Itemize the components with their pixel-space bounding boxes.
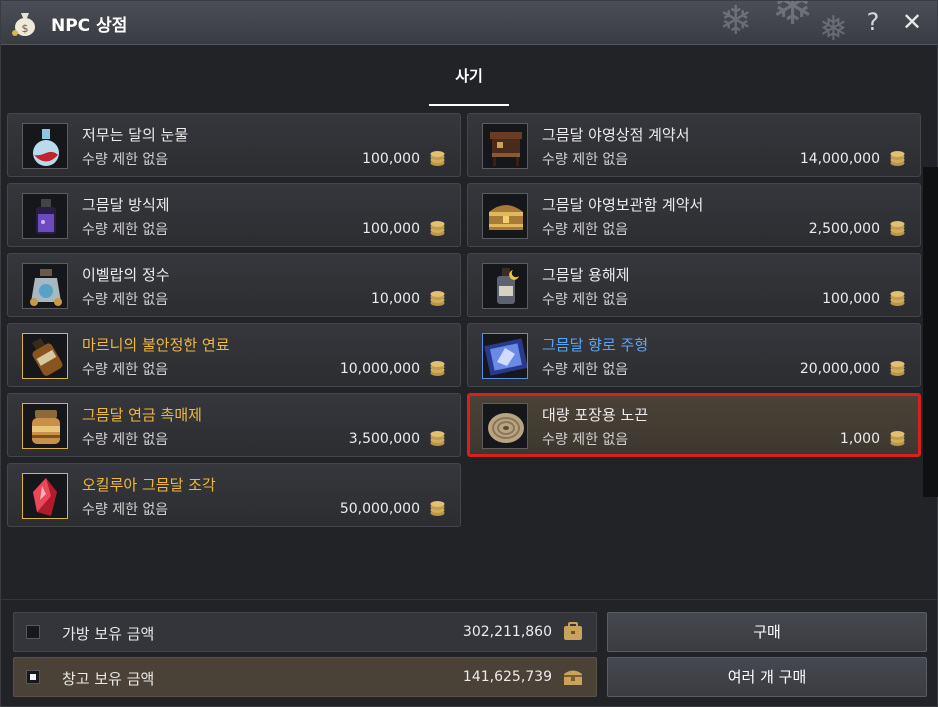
svg-text:$: $ — [22, 22, 29, 35]
storage-balance-row: 창고 보유 금액 141,625,739 — [13, 657, 597, 697]
item-purchase-limit: 수량 제한 없음 — [82, 432, 169, 448]
silver-coin-icon — [429, 360, 446, 377]
silver-coin-icon — [429, 290, 446, 307]
silver-coin-icon — [889, 220, 906, 237]
silver-coin-icon — [429, 500, 446, 517]
window-title: NPC 상점 — [51, 16, 128, 36]
item-price: 3,500,000 — [348, 431, 420, 447]
item-name: 대량 포장용 노끈 — [542, 406, 649, 424]
market-stall-icon — [482, 123, 528, 169]
item-price: 1,000 — [839, 431, 880, 447]
bag-balance-row: 가방 보유 금액 302,211,860 — [13, 612, 597, 652]
tab-bar: 사기 — [1, 46, 937, 108]
snowflake-decoration: ❅ — [819, 9, 848, 45]
item-name: 그믐달 방식제 — [82, 196, 170, 214]
footer-divider — [1, 599, 937, 600]
title-bar[interactable]: $ NPC 상점 ❄ ❄ ❅ ? ✕ — [1, 1, 937, 45]
bag-icon — [564, 622, 582, 640]
tab-buy[interactable]: 사기 — [429, 46, 509, 106]
censer-mold-icon — [482, 333, 528, 379]
shop-item[interactable]: 그믐달 용해제수량 제한 없음 100,000 — [467, 253, 921, 317]
shop-item[interactable]: 그믐달 향로 주형수량 제한 없음 20,000,000 — [467, 323, 921, 387]
item-purchase-limit: 수량 제한 없음 — [542, 152, 629, 168]
solvent-bottle-icon — [482, 263, 528, 309]
scrollbar-track[interactable] — [923, 167, 938, 497]
item-name: 이벨랍의 정수 — [82, 266, 170, 284]
shop-item[interactable]: 저무는 달의 눈물수량 제한 없음 100,000 — [7, 113, 461, 177]
item-price: 100,000 — [362, 151, 420, 167]
silver-coin-icon — [889, 290, 906, 307]
shop-item[interactable]: 대량 포장용 노끈수량 제한 없음 1,000 — [467, 393, 921, 457]
item-purchase-limit: 수량 제한 없음 — [542, 362, 629, 378]
catalyst-jar-icon — [22, 403, 68, 449]
item-purchase-limit: 수량 제한 없음 — [82, 152, 169, 168]
rope-coil-icon — [482, 403, 528, 449]
money-bag-icon: $ — [12, 13, 35, 36]
storage-balance-amount: 141,625,739 — [462, 669, 552, 685]
silver-coin-icon — [889, 150, 906, 167]
bag-balance-amount: 302,211,860 — [462, 624, 552, 640]
item-purchase-limit: 수량 제한 없음 — [542, 432, 629, 448]
item-name: 그믐달 연금 촉매제 — [82, 406, 202, 424]
red-crystal-icon — [22, 473, 68, 519]
item-purchase-limit: 수량 제한 없음 — [82, 292, 169, 308]
item-name: 그믐달 야영상점 계약서 — [542, 126, 690, 144]
shop-item[interactable]: 그믐달 야영상점 계약서수량 제한 없음 14,000,000 — [467, 113, 921, 177]
fuel-bottle-icon — [22, 333, 68, 379]
buy-button[interactable]: 구매 — [607, 612, 927, 652]
shop-item[interactable]: 마르니의 불안정한 연료수량 제한 없음 10,000,000 — [7, 323, 461, 387]
item-purchase-limit: 수량 제한 없음 — [542, 292, 629, 308]
snowflake-decoration: ❄ — [719, 1, 753, 44]
item-price: 2,500,000 — [808, 221, 880, 237]
item-purchase-limit: 수량 제한 없음 — [82, 222, 169, 238]
item-price: 14,000,000 — [799, 151, 880, 167]
item-purchase-limit: 수량 제한 없음 — [82, 502, 169, 518]
item-price: 100,000 — [822, 291, 880, 307]
item-name: 그믐달 향로 주형 — [542, 336, 649, 354]
storage-chest-icon — [482, 193, 528, 239]
item-name: 저무는 달의 눈물 — [82, 126, 189, 144]
help-button[interactable]: ? — [859, 7, 887, 37]
silver-coin-icon — [429, 220, 446, 237]
potion-flask-icon — [22, 123, 68, 169]
item-price: 50,000,000 — [339, 501, 420, 517]
snowflake-decoration: ❄ — [771, 1, 815, 37]
silver-coin-icon — [889, 430, 906, 447]
item-price: 10,000,000 — [339, 361, 420, 377]
storage-balance-checkbox[interactable] — [26, 670, 40, 684]
shop-item[interactable]: 이벨랍의 정수수량 제한 없음 10,000 — [7, 253, 461, 317]
item-name: 오킬루아 그믐달 조각 — [82, 476, 216, 494]
item-name: 그믐달 용해제 — [542, 266, 630, 284]
silver-coin-icon — [429, 430, 446, 447]
item-name: 그믐달 야영보관함 계약서 — [542, 196, 704, 214]
preservative-bottle-icon — [22, 193, 68, 239]
item-price: 10,000 — [371, 291, 420, 307]
shop-item[interactable]: 그믐달 야영보관함 계약서수량 제한 없음 2,500,000 — [467, 183, 921, 247]
bag-balance-label: 가방 보유 금액 — [62, 625, 155, 643]
item-purchase-limit: 수량 제한 없음 — [82, 362, 169, 378]
shop-item[interactable]: 오킬루아 그믐달 조각수량 제한 없음 50,000,000 — [7, 463, 461, 527]
item-name: 마르니의 불안정한 연료 — [82, 336, 230, 354]
storage-chest-icon — [564, 670, 582, 685]
item-purchase-limit: 수량 제한 없음 — [542, 222, 629, 238]
item-price: 20,000,000 — [799, 361, 880, 377]
shop-item[interactable]: 그믐달 연금 촉매제수량 제한 없음 3,500,000 — [7, 393, 461, 457]
shop-item[interactable]: 그믐달 방식제수량 제한 없음 100,000 — [7, 183, 461, 247]
essence-jar-icon — [22, 263, 68, 309]
close-button[interactable]: ✕ — [897, 7, 927, 37]
silver-coin-icon — [889, 360, 906, 377]
item-price: 100,000 — [362, 221, 420, 237]
npc-shop-window: $ NPC 상점 ❄ ❄ ❅ ? ✕ 사기 저무는 달의 눈물수량 제한 없음 1… — [0, 0, 938, 707]
bag-balance-checkbox[interactable] — [26, 625, 40, 639]
silver-coin-icon — [429, 150, 446, 167]
bulk-buy-button[interactable]: 여러 개 구매 — [607, 657, 927, 697]
storage-balance-label: 창고 보유 금액 — [62, 670, 155, 688]
